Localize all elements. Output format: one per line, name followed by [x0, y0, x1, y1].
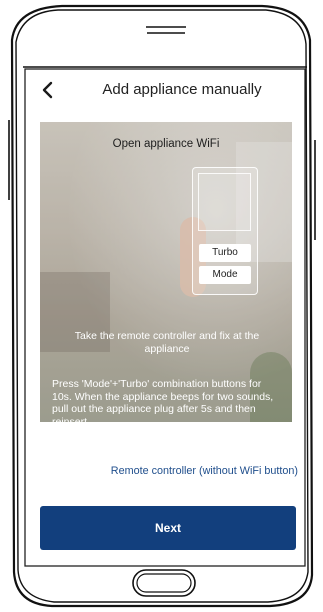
- turbo-button: Turbo: [199, 244, 251, 262]
- back-button[interactable]: [36, 78, 60, 102]
- app-screen: Add appliance manually Open appliance Wi…: [26, 70, 304, 565]
- next-button[interactable]: Next: [40, 506, 296, 550]
- remote-without-wifi-link[interactable]: Remote controller (without WiFi button): [26, 465, 298, 477]
- header: Add appliance manually: [26, 70, 304, 112]
- instruction-text-1: Take the remote controller and fix at th…: [74, 330, 260, 355]
- remote-display: [198, 173, 251, 231]
- instruction-text-2: Press 'Mode'+'Turbo' combination buttons…: [52, 378, 274, 422]
- instruction-image: Open appliance WiFi Turbo Mode Take the …: [40, 122, 292, 422]
- illustration-title: Open appliance WiFi: [112, 138, 220, 150]
- mode-button: Mode: [199, 266, 251, 284]
- chevron-left-icon: [42, 81, 53, 99]
- remote-controller: Turbo Mode: [192, 167, 258, 295]
- page-title: Add appliance manually: [102, 81, 262, 98]
- phone-frame: Add appliance manually Open appliance Wi…: [0, 0, 323, 612]
